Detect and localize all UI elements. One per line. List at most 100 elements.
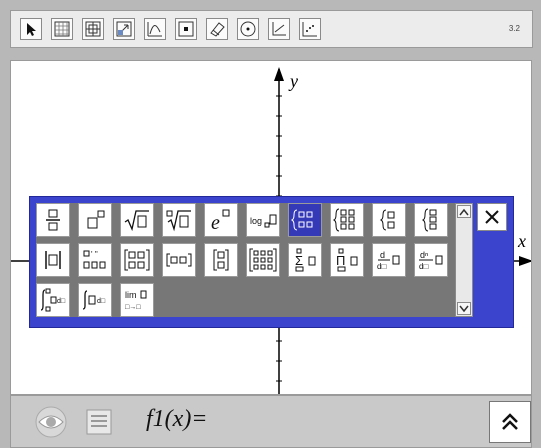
- svg-text:d□: d□: [377, 262, 386, 271]
- limit-icon: lim □→□: [125, 290, 147, 311]
- svg-text:' '': ' '': [91, 250, 98, 259]
- nth-derivative-template-button[interactable]: dⁿ d□: [414, 243, 448, 277]
- matrix-3x3-icon: [249, 248, 277, 272]
- nth-derivative-icon: dⁿ d□: [419, 250, 443, 271]
- svg-text:Σ: Σ: [295, 253, 303, 268]
- toolbar: 3.2: [10, 10, 533, 48]
- nth-root-icon: [166, 210, 191, 232]
- svg-text:e: e: [211, 212, 220, 233]
- grid-pattern-tool-button[interactable]: [51, 18, 73, 40]
- derivative-primes-template-button[interactable]: ' '': [78, 243, 112, 277]
- svg-text:log: log: [250, 216, 262, 226]
- window-zoom-tool-button[interactable]: [82, 18, 104, 40]
- eraser-icon: [210, 22, 225, 37]
- visibility-toggle-button[interactable]: [33, 404, 69, 440]
- brace-3-icon: [421, 208, 437, 232]
- power-icon: [87, 210, 105, 229]
- vector-col-template-button[interactable]: [204, 243, 238, 277]
- svg-text:d□: d□: [57, 298, 66, 305]
- window-zoom-icon: [85, 21, 101, 37]
- piecewise-3-template-button[interactable]: [330, 203, 364, 237]
- collapse-button[interactable]: [489, 401, 531, 443]
- y-axis-arrow: [274, 67, 284, 81]
- svg-text:□→□: □→□: [125, 304, 141, 311]
- derivative-icon: d d□: [377, 250, 400, 271]
- piecewise-2-template-button[interactable]: [288, 203, 322, 237]
- app-frame: 3.2 y x e log ' '' Σ Π d d□ dⁿ d□ d□ d□ …: [0, 0, 541, 448]
- axes-icon: [272, 22, 286, 36]
- integral-template-button[interactable]: d□: [78, 283, 112, 317]
- sqrt-template-button[interactable]: [120, 203, 154, 237]
- vector-col-icon: [213, 249, 229, 271]
- grid-pattern-icon: [54, 21, 70, 37]
- svg-text:d□: d□: [419, 262, 428, 271]
- list-icon: [86, 409, 112, 435]
- y-axis-label: y: [290, 71, 298, 91]
- close-icon: [485, 210, 499, 224]
- svg-text:Π: Π: [336, 253, 345, 268]
- log-base-icon: log: [250, 214, 277, 228]
- scroll-up-button[interactable]: [457, 205, 471, 218]
- palette-scrollbar[interactable]: [455, 203, 473, 317]
- matrix-2x2-template-button[interactable]: [120, 243, 154, 277]
- derivative-template-button[interactable]: d d□: [372, 243, 406, 277]
- chevron-up-icon: [459, 208, 469, 215]
- function-entry-bar: f1(x)=: [10, 395, 532, 448]
- piecewise-2-icon: [290, 209, 313, 231]
- brace-2-template-button[interactable]: [372, 203, 406, 237]
- eye-icon: [35, 406, 67, 438]
- circle-tool-button[interactable]: [237, 18, 259, 40]
- abs-template-button[interactable]: [36, 243, 70, 277]
- scatter-tool-button[interactable]: [299, 18, 321, 40]
- exp-icon: e: [211, 209, 230, 233]
- axes-tool-button[interactable]: [268, 18, 290, 40]
- svg-text:dⁿ: dⁿ: [420, 250, 428, 260]
- double-chevron-up-icon: [502, 413, 518, 430]
- sum-icon: Σ: [295, 248, 316, 272]
- pointer-tool-button[interactable]: [20, 18, 42, 40]
- svg-text:d□: d□: [97, 298, 106, 305]
- product-template-button[interactable]: Π: [330, 243, 364, 277]
- brace-3-template-button[interactable]: [414, 203, 448, 237]
- svg-text:lim: lim: [125, 290, 137, 300]
- sum-template-button[interactable]: Σ: [288, 243, 322, 277]
- svg-text:d: d: [380, 250, 385, 260]
- graph-tool-button[interactable]: [144, 18, 166, 40]
- product-icon: Π: [336, 248, 358, 272]
- eraser-tool-button[interactable]: [206, 18, 228, 40]
- abs-icon: [45, 251, 61, 269]
- point-icon: [178, 21, 194, 37]
- integral-icon: d□: [82, 290, 106, 310]
- pointer-icon: [27, 23, 36, 36]
- chevron-down-icon: [459, 305, 469, 312]
- function-list-button[interactable]: [81, 404, 117, 440]
- close-palette-button[interactable]: [477, 203, 507, 231]
- power-template-button[interactable]: [78, 203, 112, 237]
- circle-icon: [240, 21, 256, 37]
- window-arrows-icon: [116, 21, 132, 37]
- definite-integral-template-button[interactable]: d□: [36, 283, 70, 317]
- x-axis-arrow: [519, 256, 531, 266]
- point-tool-button[interactable]: [175, 18, 197, 40]
- version-label: 3.2: [508, 24, 520, 33]
- fraction-template-button[interactable]: [36, 203, 70, 237]
- derivative-primes-icon: ' '': [83, 250, 106, 269]
- piecewise-3-icon: [332, 208, 355, 232]
- log-base-template-button[interactable]: log: [246, 203, 280, 237]
- definite-integral-icon: d□: [40, 288, 66, 312]
- brace-2-icon: [379, 209, 395, 231]
- scroll-down-button[interactable]: [457, 302, 471, 315]
- matrix-3x3-template-button[interactable]: [246, 243, 280, 277]
- window-arrows-tool-button[interactable]: [113, 18, 135, 40]
- graph-icon: [147, 22, 162, 37]
- vector-row-template-button[interactable]: [162, 243, 196, 277]
- sqrt-icon: [124, 210, 149, 232]
- math-template-palette: e log ' '' Σ Π d d□ dⁿ d□ d□ d□ lim □→□: [29, 196, 514, 328]
- x-axis-label: x: [518, 231, 526, 251]
- exp-template-button[interactable]: e: [204, 203, 238, 237]
- limit-template-button[interactable]: lim □→□: [120, 283, 154, 317]
- nth-root-template-button[interactable]: [162, 203, 196, 237]
- matrix-2x2-icon: [124, 249, 150, 271]
- function-label[interactable]: f1(x)=: [146, 406, 208, 433]
- template-grid: e log ' '' Σ Π d d□ dⁿ d□ d□ d□ lim □→□: [36, 203, 456, 317]
